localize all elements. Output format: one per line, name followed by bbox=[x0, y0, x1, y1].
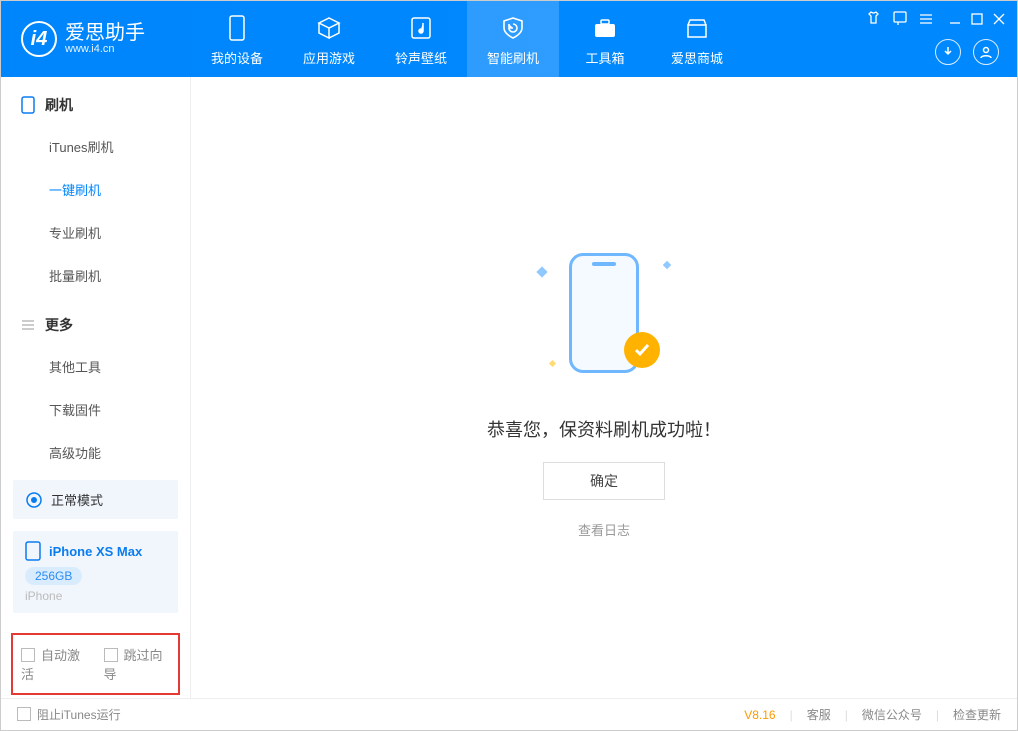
tab-label: 工具箱 bbox=[585, 48, 624, 67]
checkmark-badge-icon bbox=[624, 332, 660, 368]
sidebar-item-advanced[interactable]: 高级功能 bbox=[1, 431, 190, 474]
device-type: iPhone bbox=[25, 589, 166, 603]
refresh-shield-icon bbox=[499, 14, 527, 42]
window-controls bbox=[866, 11, 1005, 28]
checkbox-auto-activate[interactable]: 自动激活 bbox=[21, 645, 88, 683]
phone-icon bbox=[21, 96, 35, 114]
tab-label: 我的设备 bbox=[211, 48, 263, 67]
sidebar-section-more: 更多 bbox=[1, 297, 190, 345]
tab-ringtones-wallpapers[interactable]: 铃声壁纸 bbox=[375, 1, 467, 77]
success-message: 恭喜您，保资料刷机成功啦！ bbox=[487, 416, 721, 442]
highlighted-checkbox-row: 自动激活 跳过向导 bbox=[11, 633, 180, 695]
tab-label: 爱思商城 bbox=[671, 48, 723, 67]
minimize-icon[interactable] bbox=[949, 12, 961, 28]
tshirt-icon[interactable] bbox=[866, 11, 881, 28]
checkbox-skip-wizard[interactable]: 跳过向导 bbox=[104, 645, 171, 683]
footer-link-update[interactable]: 检查更新 bbox=[953, 706, 1001, 723]
view-log-link[interactable]: 查看日志 bbox=[578, 520, 630, 539]
feedback-icon[interactable] bbox=[893, 11, 907, 28]
sparkle-icon bbox=[536, 266, 547, 277]
app-name: 爱思助手 bbox=[65, 23, 145, 43]
list-icon bbox=[21, 319, 35, 331]
maximize-icon[interactable] bbox=[971, 12, 983, 28]
tab-label: 智能刷机 bbox=[487, 48, 539, 67]
header: i4 爱思助手 www.i4.cn 我的设备 应用游戏 铃声壁纸 智能刷机 bbox=[1, 1, 1017, 77]
section-title: 更多 bbox=[45, 315, 73, 335]
tab-store[interactable]: 爱思商城 bbox=[651, 1, 743, 77]
checkbox-label: 阻止iTunes运行 bbox=[37, 708, 121, 722]
download-icon[interactable] bbox=[935, 39, 961, 65]
footer: 阻止iTunes运行 V8.16 | 客服 | 微信公众号 | 检查更新 bbox=[1, 698, 1017, 730]
success-illustration bbox=[524, 236, 684, 396]
version-label: V8.16 bbox=[744, 708, 775, 722]
tab-label: 应用游戏 bbox=[303, 48, 355, 67]
toolbox-icon bbox=[591, 14, 619, 42]
user-icon[interactable] bbox=[973, 39, 999, 65]
menu-icon[interactable] bbox=[919, 12, 933, 28]
sidebar-item-other-tools[interactable]: 其他工具 bbox=[1, 345, 190, 388]
logo-icon: i4 bbox=[21, 21, 57, 57]
tab-smart-flash[interactable]: 智能刷机 bbox=[467, 1, 559, 77]
ok-button[interactable]: 确定 bbox=[543, 462, 665, 500]
main-content: 恭喜您，保资料刷机成功啦！ 确定 查看日志 bbox=[191, 77, 1017, 698]
device-icon bbox=[223, 14, 251, 42]
checkbox-block-itunes[interactable]: 阻止iTunes运行 bbox=[17, 706, 121, 723]
close-icon[interactable] bbox=[993, 12, 1005, 28]
device-storage: 256GB bbox=[25, 567, 82, 585]
tab-my-device[interactable]: 我的设备 bbox=[191, 1, 283, 77]
mode-icon bbox=[25, 491, 43, 509]
sidebar-item-pro-flash[interactable]: 专业刷机 bbox=[1, 211, 190, 254]
logo: i4 爱思助手 www.i4.cn bbox=[1, 21, 191, 57]
tab-toolbox[interactable]: 工具箱 bbox=[559, 1, 651, 77]
header-tabs: 我的设备 应用游戏 铃声壁纸 智能刷机 工具箱 爱思商城 bbox=[191, 1, 743, 77]
app-url: www.i4.cn bbox=[65, 43, 145, 55]
mode-indicator[interactable]: 正常模式 bbox=[13, 480, 178, 519]
device-info[interactable]: iPhone XS Max 256GB iPhone bbox=[13, 531, 178, 613]
device-phone-icon bbox=[25, 541, 41, 561]
header-round-buttons bbox=[935, 39, 999, 65]
music-note-icon bbox=[407, 14, 435, 42]
tab-apps-games[interactable]: 应用游戏 bbox=[283, 1, 375, 77]
tab-label: 铃声壁纸 bbox=[395, 48, 447, 67]
sidebar-section-flash: 刷机 bbox=[1, 77, 190, 125]
sparkle-icon bbox=[663, 261, 671, 269]
sidebar: 刷机 iTunes刷机 一键刷机 专业刷机 批量刷机 更多 其他工具 下载固件 … bbox=[1, 77, 191, 698]
footer-link-wechat[interactable]: 微信公众号 bbox=[862, 706, 922, 723]
app-window: i4 爱思助手 www.i4.cn 我的设备 应用游戏 铃声壁纸 智能刷机 bbox=[0, 0, 1018, 731]
sidebar-item-batch-flash[interactable]: 批量刷机 bbox=[1, 254, 190, 297]
device-name: iPhone XS Max bbox=[49, 544, 142, 559]
mode-label: 正常模式 bbox=[51, 490, 103, 509]
section-title: 刷机 bbox=[45, 95, 73, 115]
sidebar-item-download-firmware[interactable]: 下载固件 bbox=[1, 388, 190, 431]
sidebar-item-itunes-flash[interactable]: iTunes刷机 bbox=[1, 125, 190, 168]
cube-icon bbox=[315, 14, 343, 42]
sparkle-icon bbox=[549, 360, 556, 367]
store-icon bbox=[683, 14, 711, 42]
footer-link-support[interactable]: 客服 bbox=[807, 706, 831, 723]
sidebar-item-oneclick-flash[interactable]: 一键刷机 bbox=[1, 168, 190, 211]
